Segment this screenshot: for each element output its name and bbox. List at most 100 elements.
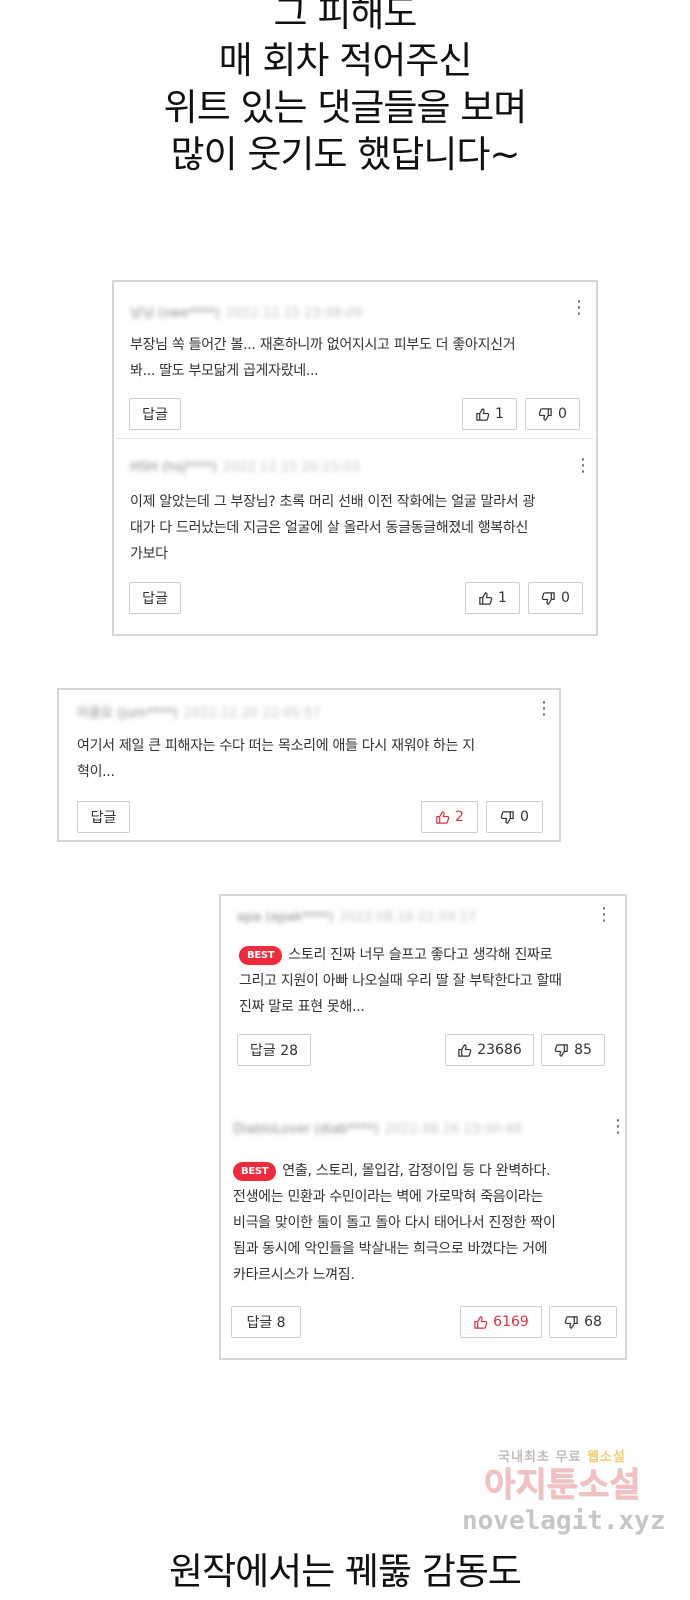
narration-line: 많이 웃기도 했답니다~ <box>170 133 521 176</box>
thumbs-up-icon <box>476 407 490 421</box>
reply-button[interactable]: 답글 8 <box>231 1306 301 1338</box>
comment-card: 낭닝 (swe****) 2022.12.15 23:08:09 ⋮ 부장님 쏙 … <box>112 280 598 636</box>
comment-text-line: 진짜 말로 표현 못해... <box>239 999 365 1015</box>
comment-card: 미움요 (jum****) 2022.12.20 22:05:57 ⋮ 여기서 제… <box>57 688 561 842</box>
more-vertical-icon[interactable]: ⋮ <box>609 1117 627 1137</box>
comment-text-line: 카타르시스가 느껴짐. <box>233 1267 355 1283</box>
watermark-url: novelagit.xyz <box>462 1506 666 1536</box>
comment-text-line: 여기서 제일 큰 피해자는 수다 떠는 목소리에 애들 다시 재워야 하는 지 <box>77 738 475 754</box>
dislike-count: 0 <box>561 590 570 606</box>
narration-line: 위트 있는 댓글들을 보며 <box>163 86 528 129</box>
dislike-button[interactable]: 85 <box>541 1034 605 1066</box>
comment-author: HSH (hsj****) <box>130 460 217 475</box>
comment-author: apa (apak****) <box>237 910 334 925</box>
comment-text: 이제 알았는데 그 부장님? 초록 머리 선배 이전 작화에는 얼굴 말라서 광… <box>130 489 590 567</box>
like-button[interactable]: 23686 <box>445 1034 534 1066</box>
thumbs-up-icon <box>474 1315 488 1329</box>
comment-text-line: 됨과 동시에 악인들을 박살내는 희극으로 바꼈다는 거에 <box>233 1241 548 1257</box>
comment-text-line: 그리고 지원이 아빠 나오실때 우리 딸 잘 부탁한다고 할때 <box>239 973 562 989</box>
best-badge: BEST <box>239 946 283 965</box>
dislike-button[interactable]: 0 <box>525 398 580 430</box>
like-button[interactable]: 1 <box>462 398 517 430</box>
comment-author: DiabloLover (diab****) <box>233 1122 379 1137</box>
more-vertical-icon[interactable]: ⋮ <box>535 699 553 719</box>
like-button[interactable]: 1 <box>465 582 520 614</box>
comment-meta: apa (apak****) 2022.08.16 22:59:17 <box>237 910 476 925</box>
comment-meta: DiabloLover (diab****) 2022.08.16 23:00:4… <box>233 1122 522 1137</box>
more-vertical-icon[interactable]: ⋮ <box>574 456 592 476</box>
reply-label: 답글 8 <box>246 1315 286 1331</box>
watermark-tagline-prefix: 국내최초 무료 <box>498 1450 582 1465</box>
comment-item: apa (apak****) 2022.08.16 22:59:17 ⋮ BEST… <box>221 896 625 1096</box>
narration-line: 그 피해도 <box>273 0 418 35</box>
like-count: 1 <box>495 406 504 422</box>
narration-line: 매 회차 적어주신 <box>218 39 473 82</box>
comment-card: apa (apak****) 2022.08.16 22:59:17 ⋮ BEST… <box>219 894 627 1360</box>
comment-author: 낭닝 (swe****) <box>130 306 220 321</box>
watermark-tagline: 국내최초 무료 웹소설 <box>462 1446 662 1465</box>
reply-button[interactable]: 답글 <box>129 398 181 430</box>
comment-text-line: 가보다 <box>130 546 168 562</box>
thumbs-up-icon <box>436 810 450 824</box>
narration-bottom: 원작에서는 꿰뚫 감동도 <box>169 1550 522 1593</box>
watermark-tagline-highlight: 웹소설 <box>586 1450 626 1465</box>
comment-date: 2022.08.16 23:00:48 <box>384 1122 522 1137</box>
comment-text-line: 혁이... <box>77 764 115 780</box>
thumbs-up-icon <box>479 591 493 605</box>
comment-meta: HSH (hsj****) 2022.12.15 20:15:03 <box>130 460 360 475</box>
like-count: 23686 <box>477 1042 522 1058</box>
like-count: 1 <box>498 590 507 606</box>
comment-date: 2022.12.20 22:05:57 <box>183 706 321 721</box>
watermark: 국내최초 무료 웹소설 아지툰소설 novelagit.xyz <box>462 1446 666 1537</box>
reply-button[interactable]: 답글 <box>129 582 181 614</box>
comment-author: 미움요 (jum****) <box>77 706 178 721</box>
comment-text-line: 비극을 맞이한 둘이 돌고 돌아 다시 태어나서 진정한 짝이 <box>233 1215 556 1231</box>
dislike-count: 0 <box>520 809 529 825</box>
thumbs-down-icon <box>538 407 552 421</box>
thumbs-down-icon <box>564 1315 578 1329</box>
dislike-button[interactable]: 0 <box>486 801 543 833</box>
narration-top: 그 피해도 매 회차 적어주신 위트 있는 댓글들을 보며 많이 웃기도 했답니… <box>0 0 690 178</box>
comment-date: 2022.12.15 20:15:03 <box>222 460 360 475</box>
reply-label: 답글 <box>90 810 117 826</box>
comment-text-line: 부장님 쏙 들어간 볼... 재혼하니까 없어지시고 피부도 더 좋아지신거 <box>130 337 516 353</box>
comment-meta: 낭닝 (swe****) 2022.12.15 23:08:09 <box>130 302 363 321</box>
reply-label: 답글 28 <box>249 1043 299 1059</box>
comment-text-line: BEST 스토리 진짜 너무 슬프고 좋다고 생각해 진짜로 <box>239 942 624 968</box>
like-count: 2 <box>455 809 464 825</box>
thumbs-up-icon <box>458 1043 472 1057</box>
comment-text: 여기서 제일 큰 피해자는 수다 떠는 목소리에 애들 다시 재워야 하는 지 … <box>77 733 547 785</box>
thumbs-down-icon <box>541 591 555 605</box>
comment-text-line: 봐... 딸도 부모닮게 곱게자랐네... <box>130 363 319 379</box>
comment-item: HSH (hsj****) 2022.12.15 20:15:03 ⋮ 이제 알았… <box>114 439 596 634</box>
more-vertical-icon[interactable]: ⋮ <box>570 298 588 318</box>
dislike-button[interactable]: 68 <box>549 1306 617 1338</box>
dislike-button[interactable]: 0 <box>528 582 583 614</box>
dislike-count: 0 <box>558 406 567 422</box>
reply-label: 답글 <box>142 407 168 423</box>
comment-text: BEST 스토리 진짜 너무 슬프고 좋다고 생각해 진짜로 그리고 지원이 아빠… <box>239 942 624 1020</box>
comment-text: BEST 연출, 스토리, 몰입감, 감정이입 등 다 완벽하다. 전생에는 민환… <box>233 1158 628 1288</box>
comment-item: 낭닝 (swe****) 2022.12.15 23:08:09 ⋮ 부장님 쏙 … <box>114 282 596 438</box>
like-button[interactable]: 2 <box>421 801 478 833</box>
comment-item: DiabloLover (diab****) 2022.08.16 23:00:4… <box>221 1110 628 1358</box>
comment-text: 부장님 쏙 들어간 볼... 재혼하니까 없어지시고 피부도 더 좋아지신거 봐… <box>130 332 580 384</box>
comment-text-line: 이제 알았는데 그 부장님? 초록 머리 선배 이전 작화에는 얼굴 말라서 광 <box>130 494 536 510</box>
comment-text-line: 대가 다 드러났는데 지금은 얼굴에 살 올라서 동글동글해졌네 행복하신 <box>130 520 529 536</box>
comment-date: 2022.08.16 22:59:17 <box>339 910 477 925</box>
reply-button[interactable]: 답글 28 <box>237 1034 311 1066</box>
comment-date: 2022.12.15 23:08:09 <box>225 306 363 321</box>
more-vertical-icon[interactable]: ⋮ <box>595 905 613 925</box>
watermark-brand: 아지툰소설 <box>483 1465 641 1505</box>
like-count: 6169 <box>493 1314 529 1330</box>
comment-text-line-content: 연출, 스토리, 몰입감, 감정이입 등 다 완벽하다. <box>282 1163 551 1179</box>
thumbs-down-icon <box>500 810 514 824</box>
reply-label: 답글 <box>142 591 168 607</box>
comment-item: 미움요 (jum****) 2022.12.20 22:05:57 ⋮ 여기서 제… <box>59 690 559 840</box>
dislike-count: 68 <box>584 1314 602 1330</box>
like-button[interactable]: 6169 <box>460 1306 542 1338</box>
reply-button[interactable]: 답글 <box>77 801 130 833</box>
comment-text-line: 전생에는 민환과 수민이라는 벽에 가로막혀 죽음이라는 <box>233 1189 544 1205</box>
dislike-count: 85 <box>574 1042 592 1058</box>
best-badge: BEST <box>233 1162 277 1181</box>
